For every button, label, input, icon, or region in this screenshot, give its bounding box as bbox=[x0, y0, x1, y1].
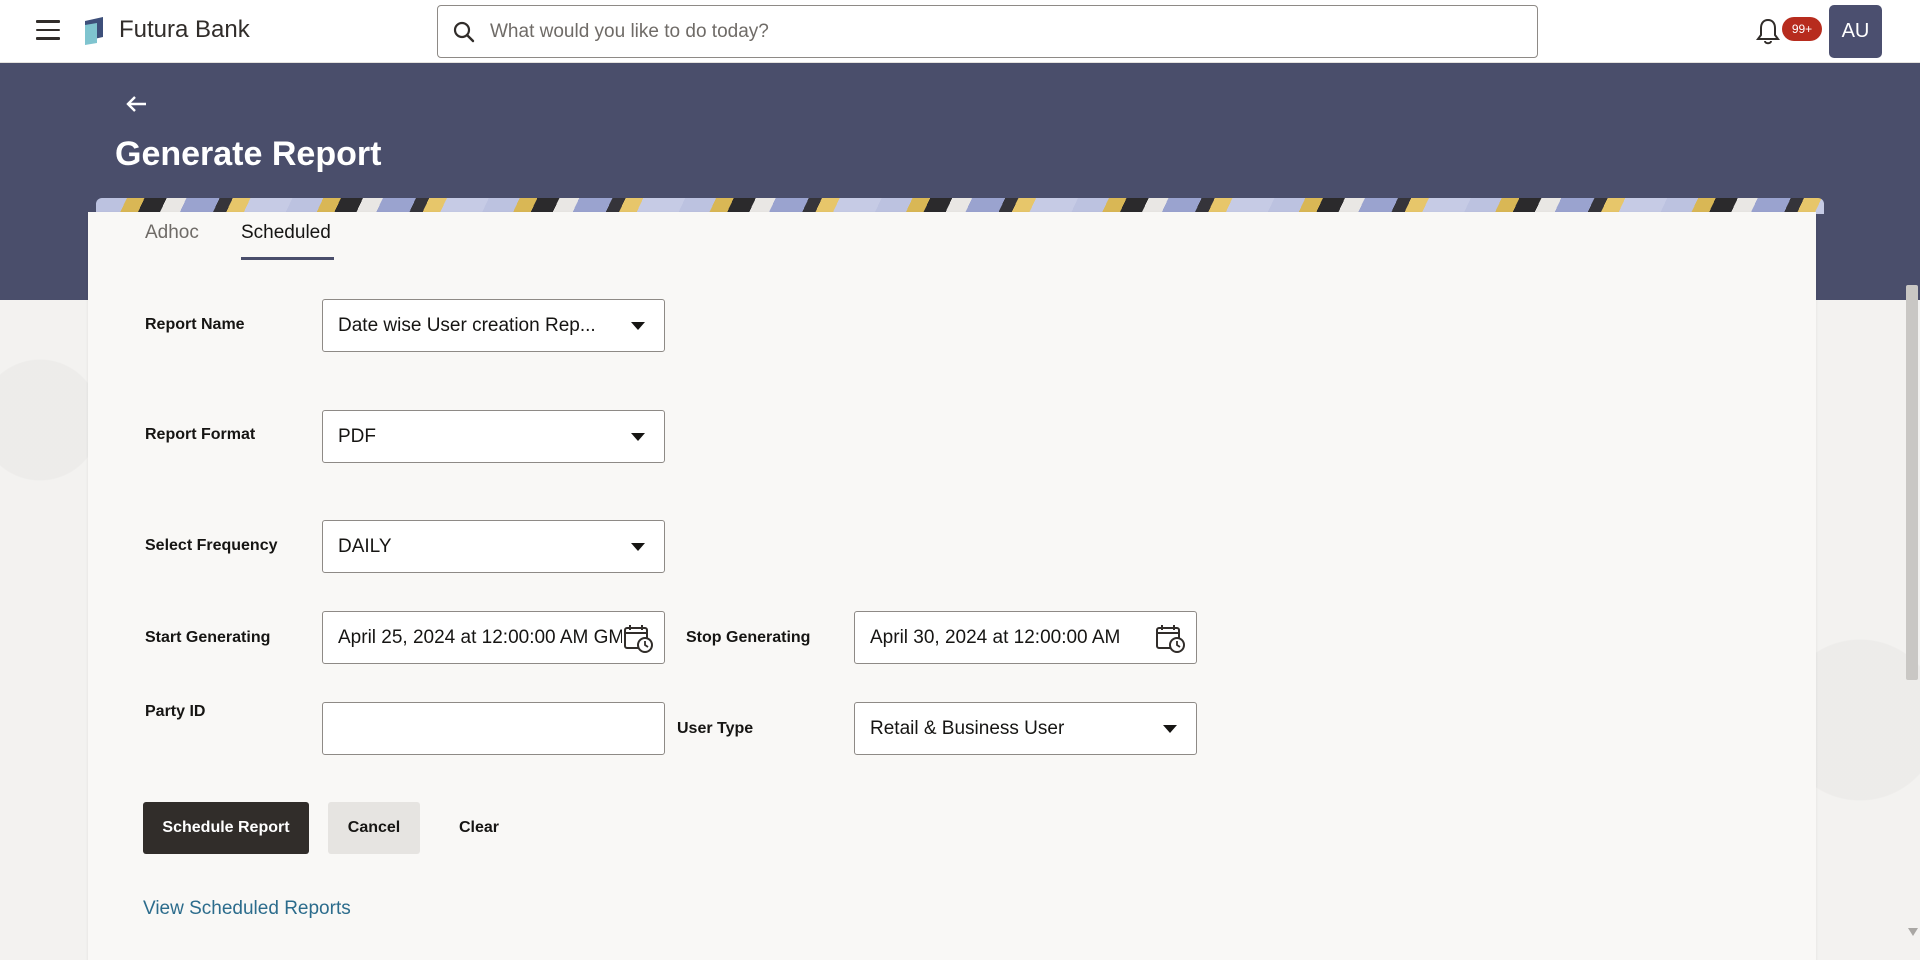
bank-logo-icon bbox=[85, 17, 103, 45]
stop-generating-label: Stop Generating bbox=[686, 629, 811, 646]
start-generating-label: Start Generating bbox=[145, 629, 271, 646]
menu-icon[interactable] bbox=[36, 20, 60, 40]
cancel-button[interactable]: Cancel bbox=[328, 802, 420, 854]
chevron-down-icon bbox=[1163, 724, 1177, 733]
global-search[interactable] bbox=[437, 5, 1538, 58]
scrollbar-thumb[interactable] bbox=[1906, 285, 1918, 680]
frequency-label: Select Frequency bbox=[145, 537, 278, 554]
frequency-select[interactable]: DAILY bbox=[322, 520, 665, 573]
clear-button[interactable]: Clear bbox=[446, 802, 512, 854]
view-scheduled-reports-link[interactable]: View Scheduled Reports bbox=[143, 898, 351, 920]
calendar-clock-icon[interactable] bbox=[622, 622, 654, 654]
start-date-field[interactable]: April 25, 2024 at 12:00:00 AM GMT bbox=[322, 611, 665, 664]
user-type-value: Retail & Business User bbox=[870, 717, 1065, 739]
start-date-value: April 25, 2024 at 12:00:00 AM GMT bbox=[338, 626, 622, 648]
party-id-label: Party ID bbox=[145, 703, 206, 720]
user-avatar[interactable]: AU bbox=[1829, 5, 1882, 58]
report-name-label: Report Name bbox=[145, 316, 245, 333]
search-icon bbox=[438, 6, 490, 57]
chevron-down-icon bbox=[631, 432, 645, 441]
report-format-value: PDF bbox=[338, 425, 376, 447]
frequency-value: DAILY bbox=[338, 535, 392, 557]
user-type-label: User Type bbox=[677, 720, 754, 737]
stop-date-value: April 30, 2024 at 12:00:00 AM bbox=[870, 626, 1121, 648]
tab-scheduled[interactable]: Scheduled bbox=[241, 222, 331, 244]
page-title: Generate Report bbox=[115, 135, 382, 173]
report-format-label: Report Format bbox=[145, 426, 256, 443]
scroll-down-icon[interactable] bbox=[1908, 928, 1918, 936]
active-tab-indicator bbox=[241, 257, 334, 260]
user-type-select[interactable]: Retail & Business User bbox=[854, 702, 1197, 755]
chevron-down-icon bbox=[631, 321, 645, 330]
top-bar: Futura Bank 99+ AU bbox=[0, 0, 1920, 63]
tab-adhoc[interactable]: Adhoc bbox=[145, 222, 199, 244]
report-name-value: Date wise User creation Rep... bbox=[338, 314, 596, 336]
back-arrow-icon[interactable] bbox=[124, 92, 150, 116]
chevron-down-icon bbox=[631, 542, 645, 551]
schedule-report-button[interactable]: Schedule Report bbox=[143, 802, 309, 854]
brand-name: Futura Bank bbox=[119, 16, 250, 43]
calendar-clock-icon[interactable] bbox=[1154, 622, 1186, 654]
notification-badge: 99+ bbox=[1782, 17, 1822, 41]
stop-date-field[interactable]: April 30, 2024 at 12:00:00 AM bbox=[854, 611, 1197, 664]
report-name-select[interactable]: Date wise User creation Rep... bbox=[322, 299, 665, 352]
party-id-input[interactable] bbox=[322, 702, 665, 755]
search-input[interactable] bbox=[490, 11, 1537, 52]
bell-icon[interactable] bbox=[1755, 16, 1781, 46]
report-format-select[interactable]: PDF bbox=[322, 410, 665, 463]
